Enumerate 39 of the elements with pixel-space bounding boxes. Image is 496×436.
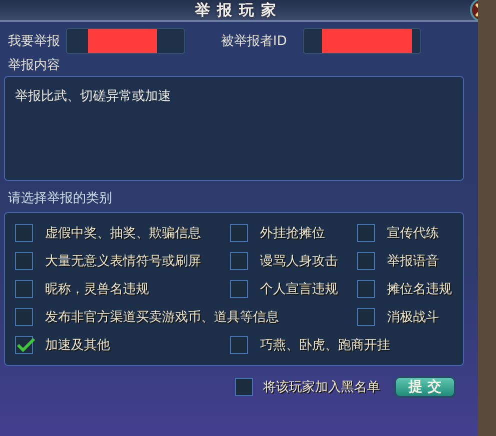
field-label: 我要举报 [8,33,60,50]
checkbox-label: 个人宣言违规 [260,281,338,298]
checkbox[interactable] [230,280,248,298]
reported-id-field[interactable] [302,28,421,54]
checkbox-label: 消极战斗 [387,309,439,326]
checkbox-label: 巧燕、卧虎、跑商开挂 [260,337,390,354]
report-content-field[interactable]: 举报比武、切磋异常或加速 [4,76,464,181]
checkbox-label: 将该玩家加入黑名单 [263,379,380,396]
window-title: 举报玩家 [195,0,283,20]
checkbox[interactable] [357,280,375,298]
checkbox[interactable] [230,224,248,242]
checkmark-icon [16,337,36,353]
checkbox-label: 举报语音 [387,253,439,270]
checkbox-label: 宣传代练 [387,225,439,242]
redaction-block [88,29,157,53]
checkbox[interactable] [15,252,33,270]
field-value: 举报比武、切磋异常或加速 [15,89,171,104]
checkbox[interactable] [230,336,248,354]
checkbox-label: 虚假中奖、抽奖、欺骗信息 [45,225,201,242]
section-label: 举报内容 [8,57,61,74]
checkbox[interactable] [15,280,33,298]
checkbox[interactable] [15,336,33,354]
section-label: 请选择举报的类别 [8,190,113,207]
checkbox-label: 加速及其他 [45,337,110,354]
checkbox[interactable] [357,252,375,270]
checkbox-label: 外挂抢摊位 [260,225,325,242]
checkbox[interactable] [235,378,253,396]
reporter-field[interactable] [66,28,185,54]
checkbox-label: 发布非官方渠道买卖游戏币、道具等信息 [45,309,279,326]
checkbox-label: 大量无意义表情符号或刷屏 [45,253,201,270]
checkbox[interactable] [15,308,33,326]
checkbox[interactable] [357,224,375,242]
checkbox-label: 摊位名违规 [387,281,452,298]
checkbox[interactable] [15,224,33,242]
checkbox-label: 谩骂人身攻击 [260,253,338,270]
checkbox-label: 昵称，灵兽名违规 [45,281,149,298]
checkbox[interactable] [357,308,375,326]
checkbox[interactable] [230,252,248,270]
field-label: 被举报者ID [221,33,287,50]
